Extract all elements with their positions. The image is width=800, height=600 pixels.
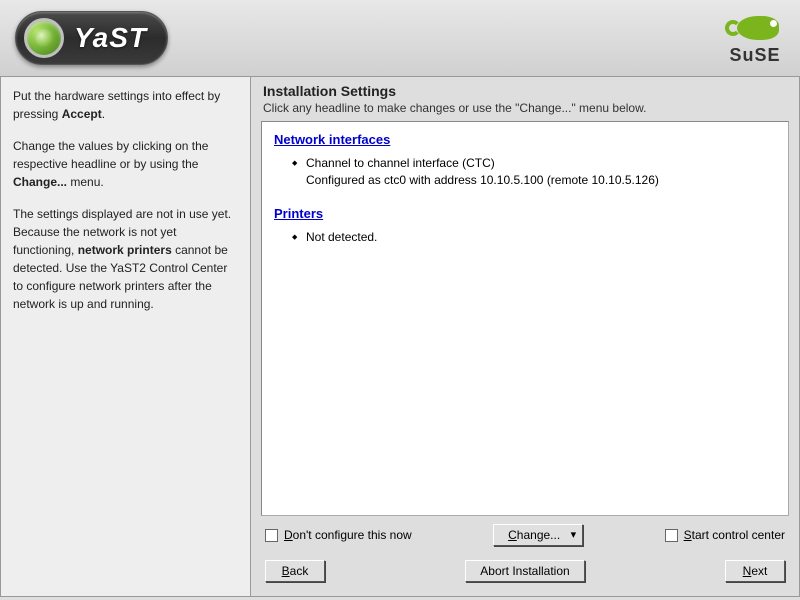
dont-configure-label: Don't configure this now xyxy=(284,528,412,542)
checkbox-icon[interactable] xyxy=(665,529,678,542)
help-panel: Put the hardware settings into effect by… xyxy=(1,77,251,596)
section-network-interfaces[interactable]: Network interfaces xyxy=(274,132,390,147)
buttons-row: Back Abort Installation Next xyxy=(251,554,799,596)
options-row: Don't configure this now Change... Start… xyxy=(251,516,799,554)
suse-logo: SuSE xyxy=(725,10,785,66)
change-button[interactable]: Change... xyxy=(493,524,583,546)
help-p1: Put the hardware settings into effect by… xyxy=(13,87,238,123)
abort-button[interactable]: Abort Installation xyxy=(465,560,584,582)
main-area: Put the hardware settings into effect by… xyxy=(0,77,800,597)
next-button[interactable]: Next xyxy=(725,560,785,582)
section-printers[interactable]: Printers xyxy=(274,206,323,221)
distro-name: SuSE xyxy=(725,45,785,66)
checkbox-icon[interactable] xyxy=(265,529,278,542)
help-p3: The settings displayed are not in use ye… xyxy=(13,205,238,313)
yast-logo: YaST xyxy=(15,11,168,65)
settings-box: Network interfaces Channel to channel in… xyxy=(261,121,789,516)
chameleon-icon xyxy=(725,10,785,45)
page-title: Installation Settings xyxy=(251,77,799,101)
start-control-center-option[interactable]: Start control center xyxy=(665,528,785,542)
list-item: Not detected. xyxy=(292,229,776,246)
yast-circle-icon xyxy=(24,18,64,58)
content-panel: Installation Settings Click any headline… xyxy=(251,77,799,596)
back-button[interactable]: Back xyxy=(265,560,325,582)
network-list: Channel to channel interface (CTC) Confi… xyxy=(274,155,776,190)
help-p2: Change the values by clicking on the res… xyxy=(13,137,238,191)
page-subtitle: Click any headline to make changes or us… xyxy=(251,101,799,121)
header-bar: YaST SuSE xyxy=(0,0,800,77)
list-item: Channel to channel interface (CTC) Confi… xyxy=(292,155,776,190)
dont-configure-option[interactable]: Don't configure this now xyxy=(265,528,412,542)
app-name: YaST xyxy=(74,22,147,54)
printers-list: Not detected. xyxy=(274,229,776,246)
start-cc-label: Start control center xyxy=(684,528,785,542)
